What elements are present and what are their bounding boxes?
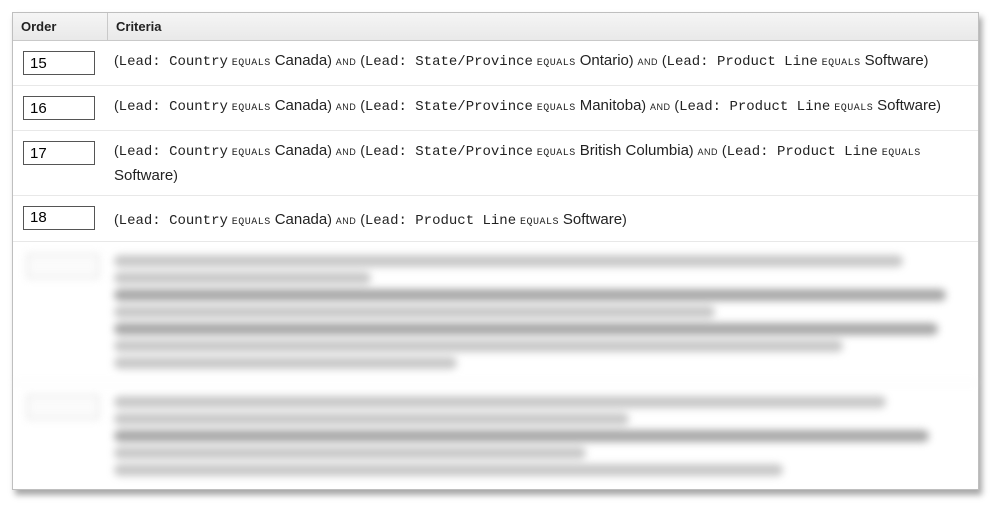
order-cell — [19, 94, 114, 122]
table-row: (Lead: Country equals Canada) and (Lead:… — [13, 41, 978, 86]
field-country: Lead: Country — [119, 213, 228, 229]
order-cell — [19, 139, 114, 167]
value-country: Canada — [275, 52, 328, 69]
table-header: Order Criteria — [13, 13, 978, 41]
operator-and: and — [637, 53, 658, 68]
operator-equals: equals — [232, 99, 271, 115]
redacted-row — [13, 383, 978, 489]
field-product: Lead: Product Line — [727, 144, 878, 160]
order-input[interactable] — [23, 51, 95, 75]
order-input[interactable] — [23, 141, 95, 165]
field-product: Lead: Product Line — [667, 54, 818, 70]
column-header-order: Order — [13, 13, 108, 40]
criteria-cell: (Lead: Country equals Canada) and (Lead:… — [114, 139, 972, 187]
operator-equals: equals — [232, 213, 271, 229]
column-header-criteria: Criteria — [108, 13, 978, 40]
operator-and: and — [650, 98, 671, 113]
operator-and: and — [336, 98, 357, 113]
value-product: Software — [877, 97, 936, 114]
operator-and: and — [336, 143, 357, 158]
value-product: Software — [865, 52, 924, 69]
operator-and: and — [336, 53, 357, 68]
order-input[interactable] — [23, 206, 95, 230]
field-country: Lead: Country — [119, 144, 228, 160]
redacted-input — [27, 395, 99, 419]
table-row: (Lead: Country equals Canada) and (Lead:… — [13, 196, 978, 242]
operator-equals: equals — [537, 54, 576, 70]
rules-table: Order Criteria (Lead: Country equals Can… — [12, 12, 979, 490]
field-product: Lead: Product Line — [679, 99, 830, 115]
operator-equals: equals — [537, 144, 576, 160]
field-state: Lead: State/Province — [365, 144, 533, 160]
operator-equals: equals — [232, 144, 271, 160]
criteria-cell: (Lead: Country equals Canada) and (Lead:… — [114, 204, 972, 233]
criteria-cell: (Lead: Country equals Canada) and (Lead:… — [114, 94, 972, 119]
order-cell — [19, 49, 114, 77]
field-country: Lead: Country — [119, 54, 228, 70]
redacted-row — [13, 242, 978, 383]
operator-equals: equals — [520, 213, 559, 229]
value-country: Canada — [275, 211, 328, 228]
field-country: Lead: Country — [119, 99, 228, 115]
operator-and: and — [336, 212, 357, 227]
value-state: Ontario — [580, 52, 629, 69]
operator-and: and — [697, 143, 718, 158]
field-product: Lead: Product Line — [365, 213, 516, 229]
value-country: Canada — [275, 142, 328, 159]
operator-equals: equals — [834, 99, 873, 115]
field-state: Lead: State/Province — [365, 54, 533, 70]
value-product: Software — [563, 211, 622, 228]
operator-equals: equals — [232, 54, 271, 70]
operator-equals: equals — [822, 54, 861, 70]
operator-equals: equals — [882, 144, 921, 160]
redacted-input — [27, 254, 99, 278]
table-row: (Lead: Country equals Canada) and (Lead:… — [13, 86, 978, 131]
operator-equals: equals — [537, 99, 576, 115]
value-product: Software — [114, 167, 173, 184]
value-state: British Columbia — [580, 142, 689, 159]
value-country: Canada — [275, 97, 328, 114]
order-input[interactable] — [23, 96, 95, 120]
order-cell — [19, 204, 114, 232]
criteria-cell: (Lead: Country equals Canada) and (Lead:… — [114, 49, 972, 74]
field-state: Lead: State/Province — [365, 99, 533, 115]
value-state: Manitoba — [580, 97, 642, 114]
table-row: (Lead: Country equals Canada) and (Lead:… — [13, 131, 978, 196]
